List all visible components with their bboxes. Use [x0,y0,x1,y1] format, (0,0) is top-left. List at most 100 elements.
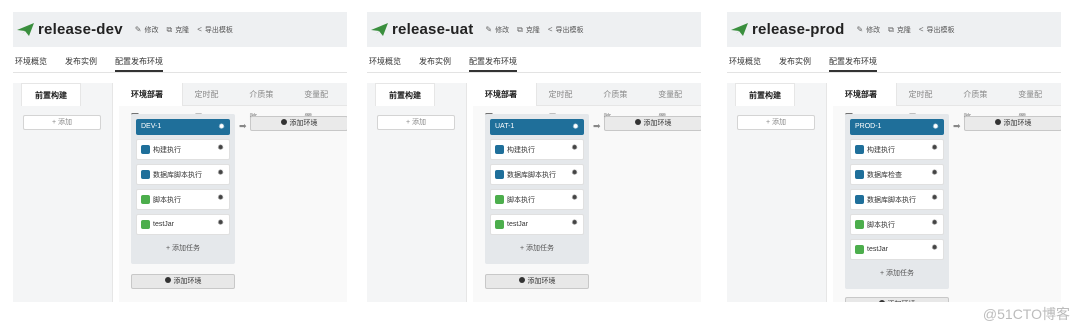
pre-build-section: 前置构建 + 添加 [727,83,827,302]
copy-icon: ⧉ [517,24,523,34]
tab-pre-build[interactable]: 前置构建 [375,83,435,106]
gear-icon[interactable]: ✹ [571,193,578,202]
tab-variable-config[interactable]: 变量配置 [1006,83,1061,122]
env-stage: UAT-1 ✹ 构建执行 ✹ 数据库脚本执行 ✹ 脚本执行 ✹ testJar ✹ + … [485,114,589,264]
panel-body: 前置构建 + 添加 环境部署图 定时配置 介质策略 变量配置 UAT-1 ✹ 构… [367,82,701,302]
task-item[interactable]: 构建执行 ✹ [136,139,230,160]
tab-configure-release-env[interactable]: 配置发布环境 [469,56,517,72]
task-icon [495,145,504,154]
panel-body: 前置构建 + 添加 环境部署图 定时配置 介质策略 变量配置 PROD-1 ✹ … [727,82,1061,302]
tab-env-overview[interactable]: 环境概览 [369,56,401,72]
tab-deployment-diagram[interactable]: 环境部署图 [833,82,897,122]
tab-media-policy[interactable]: 介质策略 [951,83,1006,122]
tab-variable-config[interactable]: 变量配置 [646,83,701,122]
edit-button[interactable]: ✎ 修改 [135,25,159,35]
task-item[interactable]: 构建执行 ✹ [490,139,584,160]
task-icon [141,145,150,154]
env-header[interactable]: UAT-1 ✹ [490,119,584,135]
gear-icon[interactable]: ✹ [571,143,578,152]
gear-icon[interactable]: ✹ [931,193,938,202]
page-title: release-dev [38,21,123,38]
add-env-side-button[interactable]: 添加环境 [604,116,701,131]
gear-icon[interactable]: ✹ [572,119,579,135]
gear-icon[interactable]: ✹ [931,218,938,227]
add-task-button[interactable]: + 添加任务 [136,238,230,260]
tab-release-instances[interactable]: 发布实例 [65,56,97,72]
export-template-button[interactable]: < 导出模板 [197,25,233,35]
tab-schedule-config[interactable]: 定时配置 [537,83,592,122]
add-task-button[interactable]: + 添加任务 [850,263,944,285]
gear-icon[interactable]: ✹ [571,168,578,177]
env-header[interactable]: DEV-1 ✹ [136,119,230,135]
pencil-icon: ✎ [856,25,864,34]
tab-env-overview[interactable]: 环境概览 [729,56,761,72]
clone-button[interactable]: ⧉ 克隆 [166,25,189,35]
tab-variable-config[interactable]: 变量配置 [292,83,347,122]
tab-deployment-diagram[interactable]: 环境部署图 [119,82,183,122]
export-template-button[interactable]: < 导出模板 [919,25,955,35]
add-env-side-button[interactable]: 添加环境 [964,116,1061,131]
panel-header: release-prod ✎ 修改 ⧉ 克隆 < 导出模板 [727,12,1061,47]
edit-button[interactable]: ✎ 修改 [485,25,509,35]
task-item[interactable]: 数据库检查 ✹ [850,164,944,185]
gear-icon[interactable]: ✹ [931,143,938,152]
gear-icon[interactable]: ✹ [217,143,224,152]
export-template-button[interactable]: < 导出模板 [548,25,584,35]
gear-icon[interactable]: ✹ [932,119,939,135]
task-item[interactable]: 数据库脚本执行 ✹ [850,189,944,210]
task-icon [855,245,864,254]
env-stage: PROD-1 ✹ 构建执行 ✹ 数据库检查 ✹ 数据库脚本执行 ✹ 脚本执行 ✹ tes… [845,114,949,289]
task-icon [141,220,150,229]
add-env-button[interactable]: 添加环境 [485,274,589,289]
gear-icon[interactable]: ✹ [217,193,224,202]
plus-circle-icon [280,119,287,126]
add-env-button[interactable]: 添加环境 [845,297,949,302]
task-item[interactable]: 脚本执行 ✹ [490,189,584,210]
plus-circle-icon [878,300,885,302]
tab-env-overview[interactable]: 环境概览 [15,56,47,72]
clone-button[interactable]: ⧉ 克隆 [517,25,540,35]
deployment-section: 环境部署图 定时配置 介质策略 变量配置 UAT-1 ✹ 构建执行✹ 数据库脚本… [473,82,701,302]
edit-button[interactable]: ✎ 修改 [856,25,880,35]
tab-schedule-config[interactable]: 定时配置 [183,83,238,122]
pencil-icon: ✎ [134,25,142,34]
tab-media-policy[interactable]: 介质策略 [591,83,646,122]
tab-deployment-diagram[interactable]: 环境部署图 [473,82,537,122]
clone-button[interactable]: ⧉ 克隆 [888,25,911,35]
add-task-button[interactable]: + 添加任务 [490,238,584,260]
task-item[interactable]: 脚本执行 ✹ [136,189,230,210]
panel-header: release-uat ✎ 修改 ⧉ 克隆 < 导出模板 [367,12,701,47]
task-icon [141,170,150,179]
add-env-button[interactable]: 添加环境 [131,274,235,289]
tab-configure-release-env[interactable]: 配置发布环境 [115,56,163,72]
arrow-right-icon: ➡ [239,121,247,131]
env-header[interactable]: PROD-1 ✹ [850,119,944,135]
gear-icon[interactable]: ✹ [571,218,578,227]
task-item[interactable]: 构建执行 ✹ [850,139,944,160]
task-item[interactable]: testJar ✹ [850,239,944,260]
pre-build-section: 前置构建 + 添加 [13,83,113,302]
task-item[interactable]: 脚本执行 ✹ [850,214,944,235]
task-icon [855,195,864,204]
pencil-icon: ✎ [485,25,493,34]
tab-pre-build[interactable]: 前置构建 [21,83,81,106]
gear-icon[interactable]: ✹ [218,119,225,135]
tab-schedule-config[interactable]: 定时配置 [897,83,952,122]
tab-release-instances[interactable]: 发布实例 [779,56,811,72]
gear-icon[interactable]: ✹ [931,243,938,252]
add-pre-build-button[interactable]: + 添加 [377,115,455,130]
tab-release-instances[interactable]: 发布实例 [419,56,451,72]
add-pre-build-button[interactable]: + 添加 [23,115,101,130]
gear-icon[interactable]: ✹ [217,168,224,177]
tab-configure-release-env[interactable]: 配置发布环境 [829,56,877,72]
task-item[interactable]: 数据库脚本执行 ✹ [136,164,230,185]
gear-icon[interactable]: ✹ [217,218,224,227]
tab-media-policy[interactable]: 介质策略 [237,83,292,122]
task-item[interactable]: testJar ✹ [136,214,230,235]
gear-icon[interactable]: ✹ [931,168,938,177]
task-item[interactable]: testJar ✹ [490,214,584,235]
add-env-side-button[interactable]: 添加环境 [250,116,347,131]
task-item[interactable]: 数据库脚本执行 ✹ [490,164,584,185]
add-pre-build-button[interactable]: + 添加 [737,115,815,130]
tab-pre-build[interactable]: 前置构建 [735,83,795,106]
